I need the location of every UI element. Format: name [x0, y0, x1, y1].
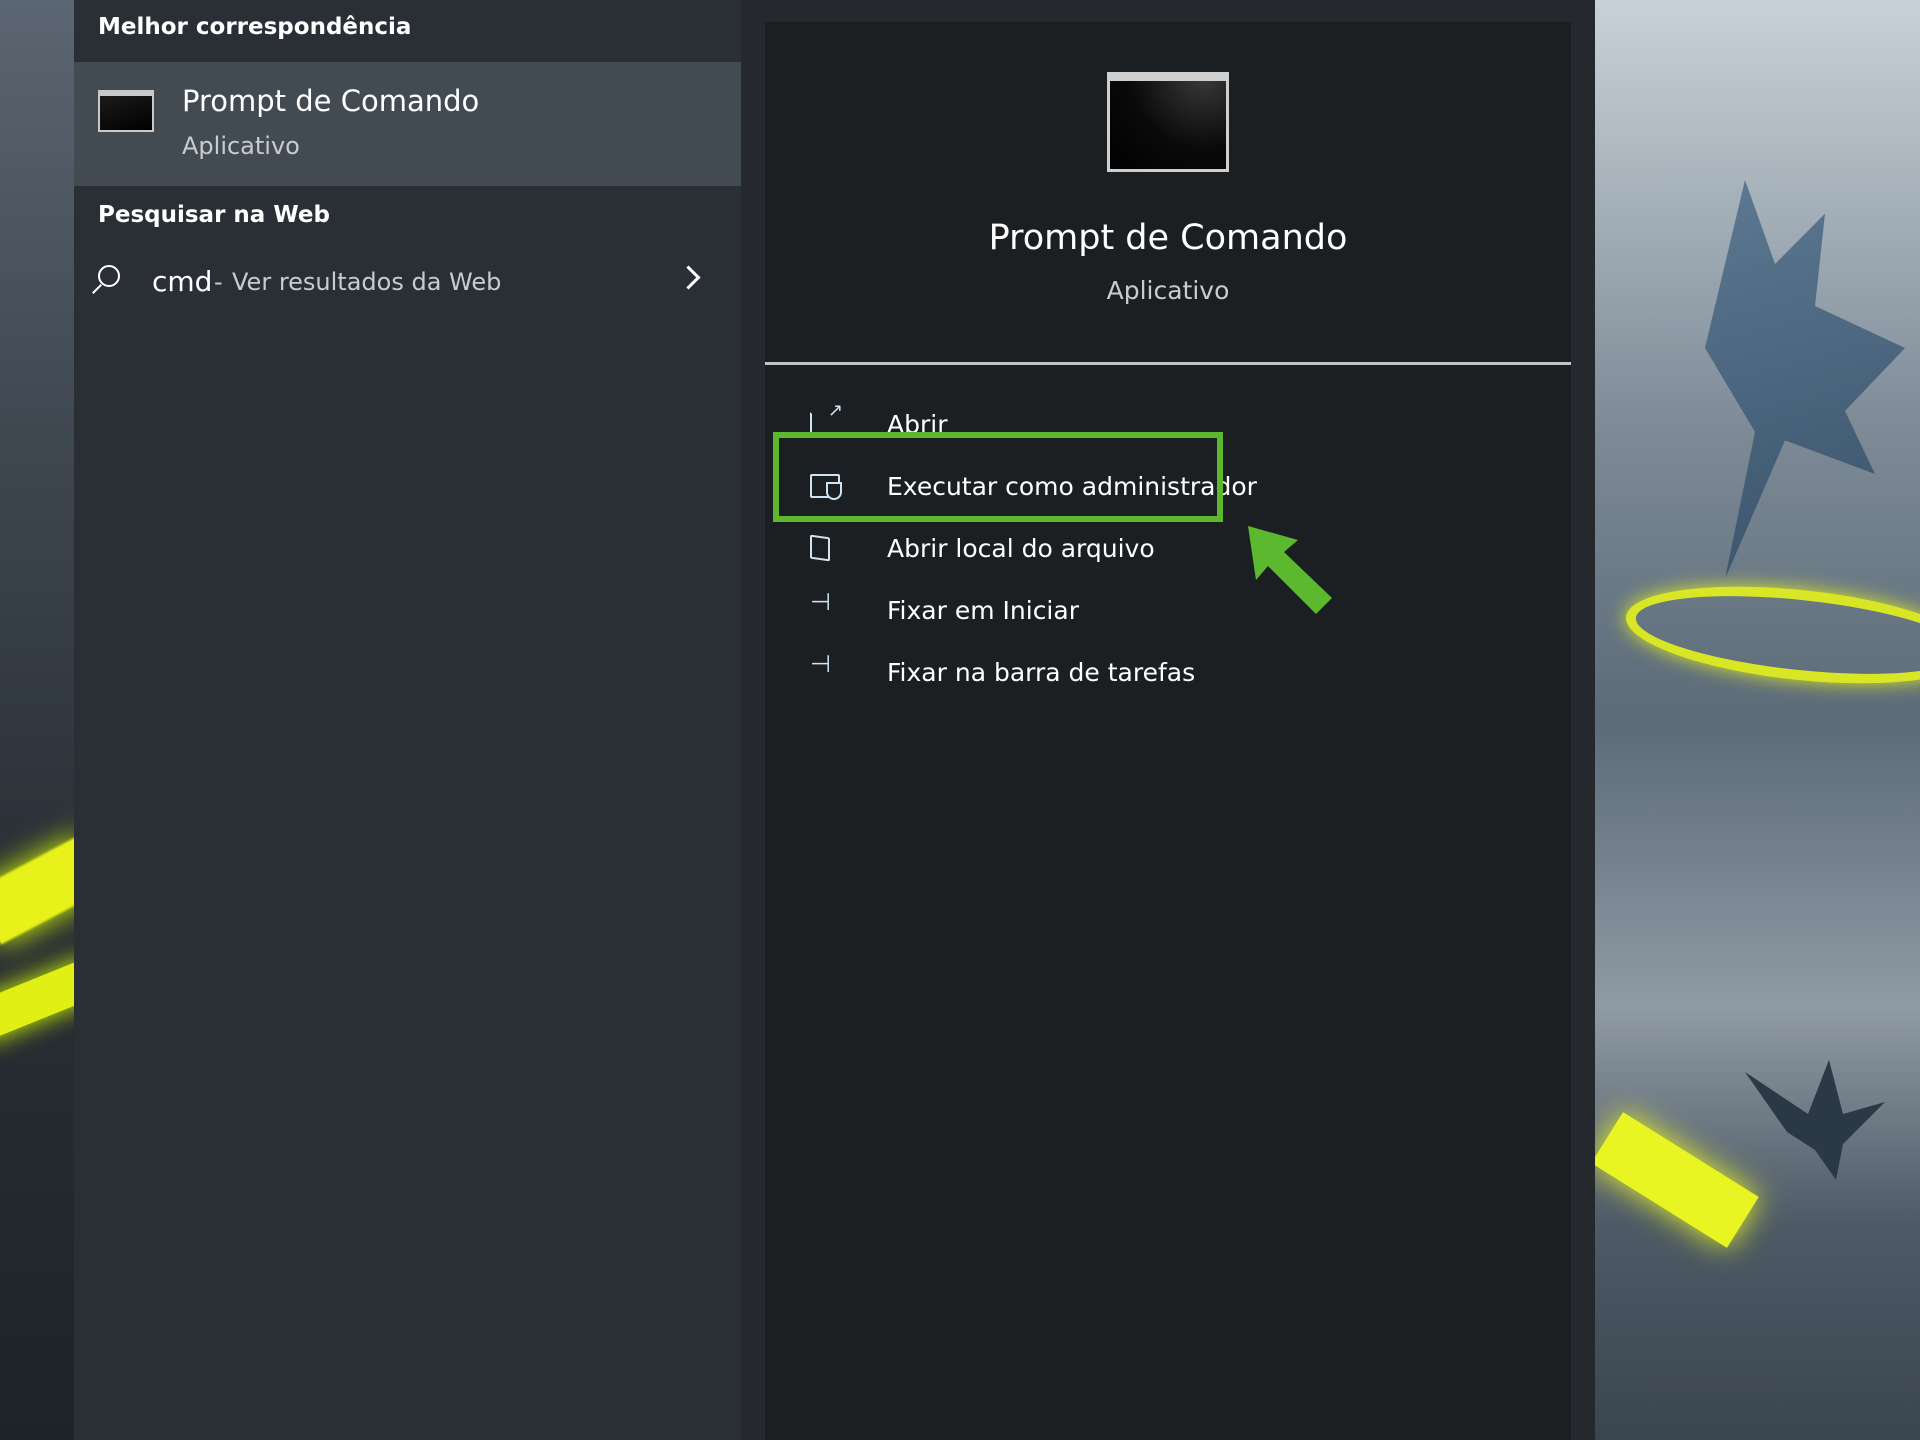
- details-divider: [765, 362, 1571, 365]
- highlight-box: [773, 432, 1223, 522]
- desktop-wallpaper-left: [0, 0, 74, 1440]
- desktop-wallpaper-right: [1595, 0, 1920, 1440]
- best-match-item[interactable]: Prompt de Comando Aplicativo: [74, 62, 741, 186]
- action-label: Fixar em Iniciar: [887, 596, 1079, 625]
- wallpaper-glow-ring: [1621, 571, 1920, 699]
- web-search-hint: Ver resultados da Web: [232, 268, 502, 296]
- command-prompt-icon: [98, 90, 154, 132]
- action-label: Fixar na barra de tarefas: [887, 658, 1196, 687]
- web-search-separator: -: [214, 268, 223, 296]
- search-results-pane: Melhor correspondência Prompt de Comando…: [74, 0, 741, 1440]
- details-type: Aplicativo: [1106, 276, 1230, 305]
- action-pin-to-start[interactable]: Fixar em Iniciar: [805, 586, 1225, 636]
- file-location-icon: [810, 534, 830, 562]
- wallpaper-glow-streak: [1595, 1112, 1759, 1248]
- command-prompt-large-icon: [1107, 72, 1229, 172]
- action-open-file-location[interactable]: Abrir local do arquivo: [805, 524, 1225, 574]
- web-search-heading: Pesquisar na Web: [98, 202, 330, 228]
- search-icon: [98, 265, 120, 287]
- details-title: Prompt de Comando: [988, 218, 1348, 258]
- app-details-pane: Prompt de Comando Aplicativo Abrir Execu…: [765, 22, 1571, 1440]
- action-label: Abrir local do arquivo: [887, 534, 1155, 563]
- wallpaper-dragon: [1705, 180, 1905, 579]
- web-search-item[interactable]: cmd - Ver resultados da Web: [74, 255, 741, 311]
- arrow-pointer-icon: [1248, 526, 1332, 614]
- pin-icon: [810, 588, 840, 622]
- wallpaper-creature: [1745, 1060, 1885, 1180]
- pin-icon: [810, 650, 840, 684]
- best-match-type: Aplicativo: [182, 132, 300, 160]
- web-search-query: cmd: [152, 265, 213, 298]
- wallpaper-glow-streak: [0, 957, 74, 1043]
- action-pin-to-taskbar[interactable]: Fixar na barra de tarefas: [805, 648, 1225, 698]
- wallpaper-glow-streak: [0, 835, 74, 945]
- chevron-right-icon[interactable]: [676, 265, 701, 290]
- best-match-name: Prompt de Comando: [182, 84, 480, 118]
- best-match-heading: Melhor correspondência: [98, 14, 412, 40]
